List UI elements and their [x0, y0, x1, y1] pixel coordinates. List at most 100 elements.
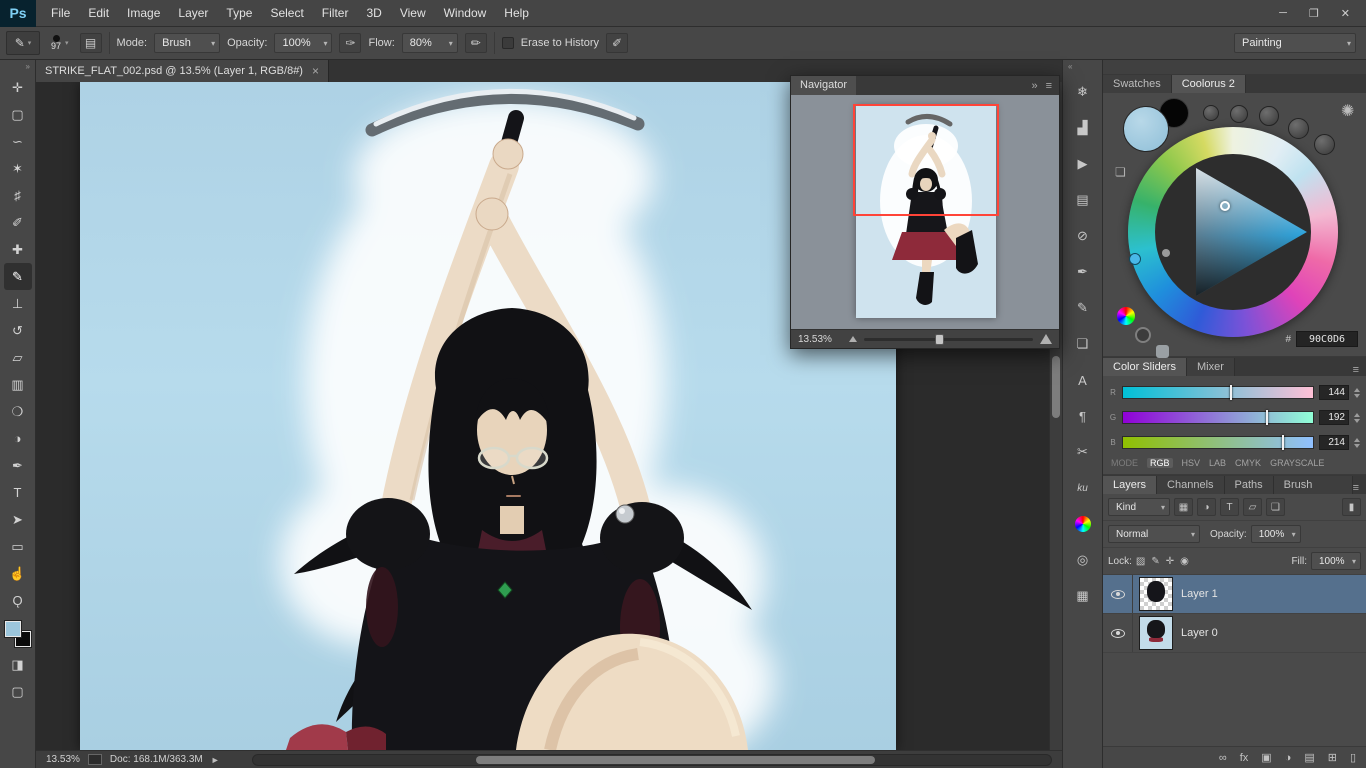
dodge-tool[interactable]: ◑ [4, 425, 32, 452]
kuler-icon[interactable]: ku [1068, 473, 1098, 503]
layer-name[interactable]: Layer 0 [1181, 627, 1218, 639]
lock-position-icon[interactable]: ✛ [1166, 556, 1174, 567]
zoom-out-icon[interactable] [849, 336, 857, 342]
menu-view[interactable]: View [391, 0, 435, 27]
tab-channels[interactable]: Channels [1157, 476, 1224, 494]
color-mode-circle-icon[interactable] [1117, 307, 1135, 325]
color-themes-icon[interactable] [1068, 509, 1098, 539]
mode-rgb[interactable]: RGB [1147, 458, 1173, 468]
canvas[interactable] [80, 82, 896, 750]
tab-swatches[interactable]: Swatches [1103, 75, 1172, 93]
restore-button[interactable]: ❐ [1309, 7, 1319, 20]
opacity-select[interactable]: 100% [274, 33, 332, 53]
layer-group-icon[interactable]: ▤ [1304, 751, 1314, 764]
gear-icon[interactable]: ✺ [1341, 101, 1354, 121]
status-menu-arrow-icon[interactable]: ► [211, 755, 220, 765]
panel-menu-icon[interactable]: ≡ [1353, 482, 1366, 494]
tab-brush-presets[interactable]: Brush Presets [1274, 476, 1353, 494]
copy-color-icon[interactable]: ❏ [1115, 165, 1126, 179]
filter-toggle-icon[interactable]: ▮ [1342, 498, 1361, 516]
tab-paths[interactable]: Paths [1225, 476, 1274, 494]
color-wheel[interactable] [1128, 127, 1338, 337]
crop-tool[interactable]: ♯ [4, 182, 32, 209]
tab-mixer[interactable]: Mixer [1187, 358, 1235, 376]
tab-layers[interactable]: Layers [1103, 476, 1157, 494]
filter-pixel-icon[interactable]: ▦ [1174, 498, 1193, 516]
zoom-in-icon[interactable] [1040, 334, 1052, 344]
minimize-button[interactable]: ─ [1279, 7, 1287, 20]
menu-image[interactable]: Image [118, 0, 169, 27]
blue-slider[interactable] [1122, 436, 1314, 449]
new-layer-icon[interactable]: ⊞ [1328, 751, 1337, 764]
zoom-tool[interactable]: Ǫ [4, 587, 32, 614]
quick-selection-tool[interactable]: ✶ [4, 155, 32, 182]
fill-select[interactable]: 100% [1311, 552, 1361, 570]
vertical-scrollbar-thumb[interactable] [1052, 356, 1060, 418]
histogram-icon[interactable]: ▟ [1068, 113, 1098, 143]
filter-smart-object-icon[interactable]: ❏ [1266, 498, 1285, 516]
shape-tool[interactable]: ▭ [4, 533, 32, 560]
pressure-opacity-icon[interactable]: ✑ [339, 33, 361, 53]
knob-icon[interactable] [1314, 134, 1335, 155]
visibility-cell[interactable] [1103, 614, 1133, 652]
styles-icon[interactable]: ⊘ [1068, 221, 1098, 251]
workspace-select[interactable]: Painting [1234, 33, 1356, 53]
layer-mask-icon[interactable]: ▣ [1261, 751, 1271, 764]
brush-size-picker[interactable]: 97 ▾ [47, 30, 73, 56]
type-tool[interactable]: T [4, 479, 32, 506]
menu-window[interactable]: Window [435, 0, 496, 27]
path-selection-tool[interactable]: ➤ [4, 506, 32, 533]
libraries-icon[interactable]: ▦ [1068, 581, 1098, 611]
erase-to-history-checkbox[interactable] [502, 37, 514, 49]
blur-tool[interactable]: ❍ [4, 398, 32, 425]
green-slider-marker[interactable] [1266, 410, 1268, 425]
menu-3d[interactable]: 3D [357, 0, 390, 27]
navigator-collapse-icon[interactable]: » [1031, 80, 1037, 92]
layer-thumbnail[interactable] [1139, 577, 1173, 611]
mode-select[interactable]: Brush [154, 33, 220, 53]
knob-icon[interactable] [1203, 105, 1219, 121]
filter-type-icon[interactable]: T [1220, 498, 1239, 516]
screen-mode-button[interactable]: ▢ [4, 678, 32, 705]
pressure-size-icon[interactable]: ✐ [606, 33, 628, 53]
mode-grayscale[interactable]: GRAYSCALE [1270, 458, 1324, 468]
flow-select[interactable]: 80% [402, 33, 458, 53]
character-icon[interactable]: A [1068, 365, 1098, 395]
red-value-field[interactable]: 144 [1319, 385, 1349, 400]
eyedropper-tool[interactable]: ✐ [4, 209, 32, 236]
tool-preset-picker[interactable]: ✎▾ [6, 31, 40, 55]
mode-lab[interactable]: LAB [1209, 458, 1226, 468]
kind-filter-select[interactable]: Kind [1108, 498, 1170, 516]
tab-coolorus[interactable]: Coolorus 2 [1172, 75, 1246, 93]
tab-color-sliders[interactable]: Color Sliders [1103, 358, 1187, 376]
green-slider[interactable] [1122, 411, 1314, 424]
document-tab[interactable]: STRIKE_FLAT_002.psd @ 13.5% (Layer 1, RG… [36, 60, 329, 82]
brush-panel-toggle-icon[interactable]: ▤ [80, 33, 102, 53]
horizontal-scrollbar-thumb[interactable] [476, 756, 875, 764]
layer-opacity-select[interactable]: 100% [1251, 525, 1301, 543]
green-value-field[interactable]: 192 [1319, 410, 1349, 425]
red-slider[interactable] [1122, 386, 1314, 399]
menu-filter[interactable]: Filter [313, 0, 358, 27]
navigator-menu-icon[interactable]: ≡ [1046, 80, 1052, 92]
marquee-tool[interactable]: ▢ [4, 101, 32, 128]
square-swatch-icon[interactable] [1156, 345, 1169, 358]
menu-select[interactable]: Select [261, 0, 312, 27]
scissors-icon[interactable]: ✂ [1068, 437, 1098, 467]
menu-help[interactable]: Help [495, 0, 538, 27]
mode-hsv[interactable]: HSV [1182, 458, 1201, 468]
navigator-zoom-slider-thumb[interactable] [935, 334, 944, 345]
blue-value-field[interactable]: 214 [1319, 435, 1349, 450]
layer-comps-icon[interactable]: ❏ [1068, 329, 1098, 359]
filter-adjustment-icon[interactable]: ◑ [1197, 498, 1216, 516]
eye-icon[interactable] [1111, 590, 1125, 599]
horizontal-scrollbar[interactable] [252, 754, 1052, 766]
tool-presets-icon[interactable]: ▤ [1068, 185, 1098, 215]
navigator-zoom-slider[interactable] [864, 338, 1033, 341]
knob-icon[interactable] [1259, 106, 1279, 126]
gradient-tool[interactable]: ▥ [4, 371, 32, 398]
healing-brush-tool[interactable]: ✚ [4, 236, 32, 263]
close-document-icon[interactable]: × [312, 64, 319, 78]
actions-icon[interactable]: ▶ [1068, 149, 1098, 179]
pen-tool[interactable]: ✒ [4, 452, 32, 479]
